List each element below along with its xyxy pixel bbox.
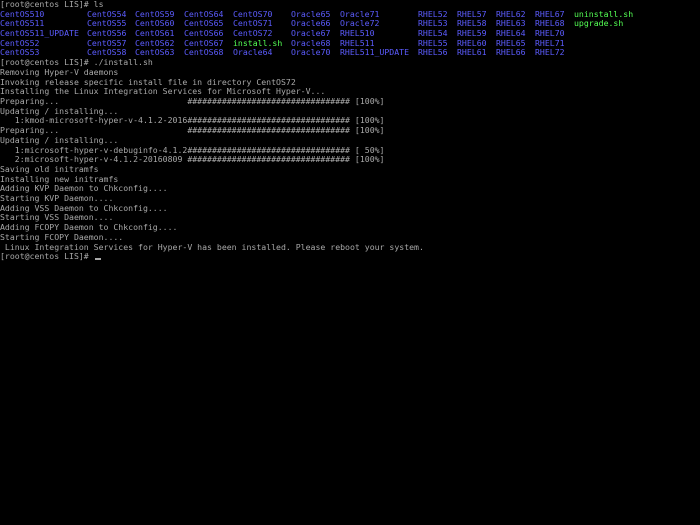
current-prompt[interactable]: [root@centos LIS]# [0, 251, 101, 262]
ls-entry-directory: Oracle64 [233, 47, 273, 58]
terminal-screen[interactable]: [root@centos LIS]# ls CentOS510 CentOS54 C… [0, 0, 700, 525]
ls-entry-directory: RHEL511_UPDATE [340, 47, 410, 58]
ls-entry-directory: RHEL61 [457, 47, 487, 58]
ls-entry-directory: RHEL66 [496, 47, 526, 58]
ls-listing: CentOS510 CentOS54 CentOS59 CentOS64 CentOS7… [0, 9, 700, 59]
ls-entry-directory: Oracle70 [291, 47, 331, 58]
ls-entry-directory: CentOS68 [184, 47, 224, 58]
ls-entry-directory: RHEL72 [535, 47, 565, 58]
ls-entry-directory: RHEL56 [418, 47, 448, 58]
text-cursor [94, 258, 101, 261]
ls-entry-script: upgrade.sh [574, 18, 624, 29]
